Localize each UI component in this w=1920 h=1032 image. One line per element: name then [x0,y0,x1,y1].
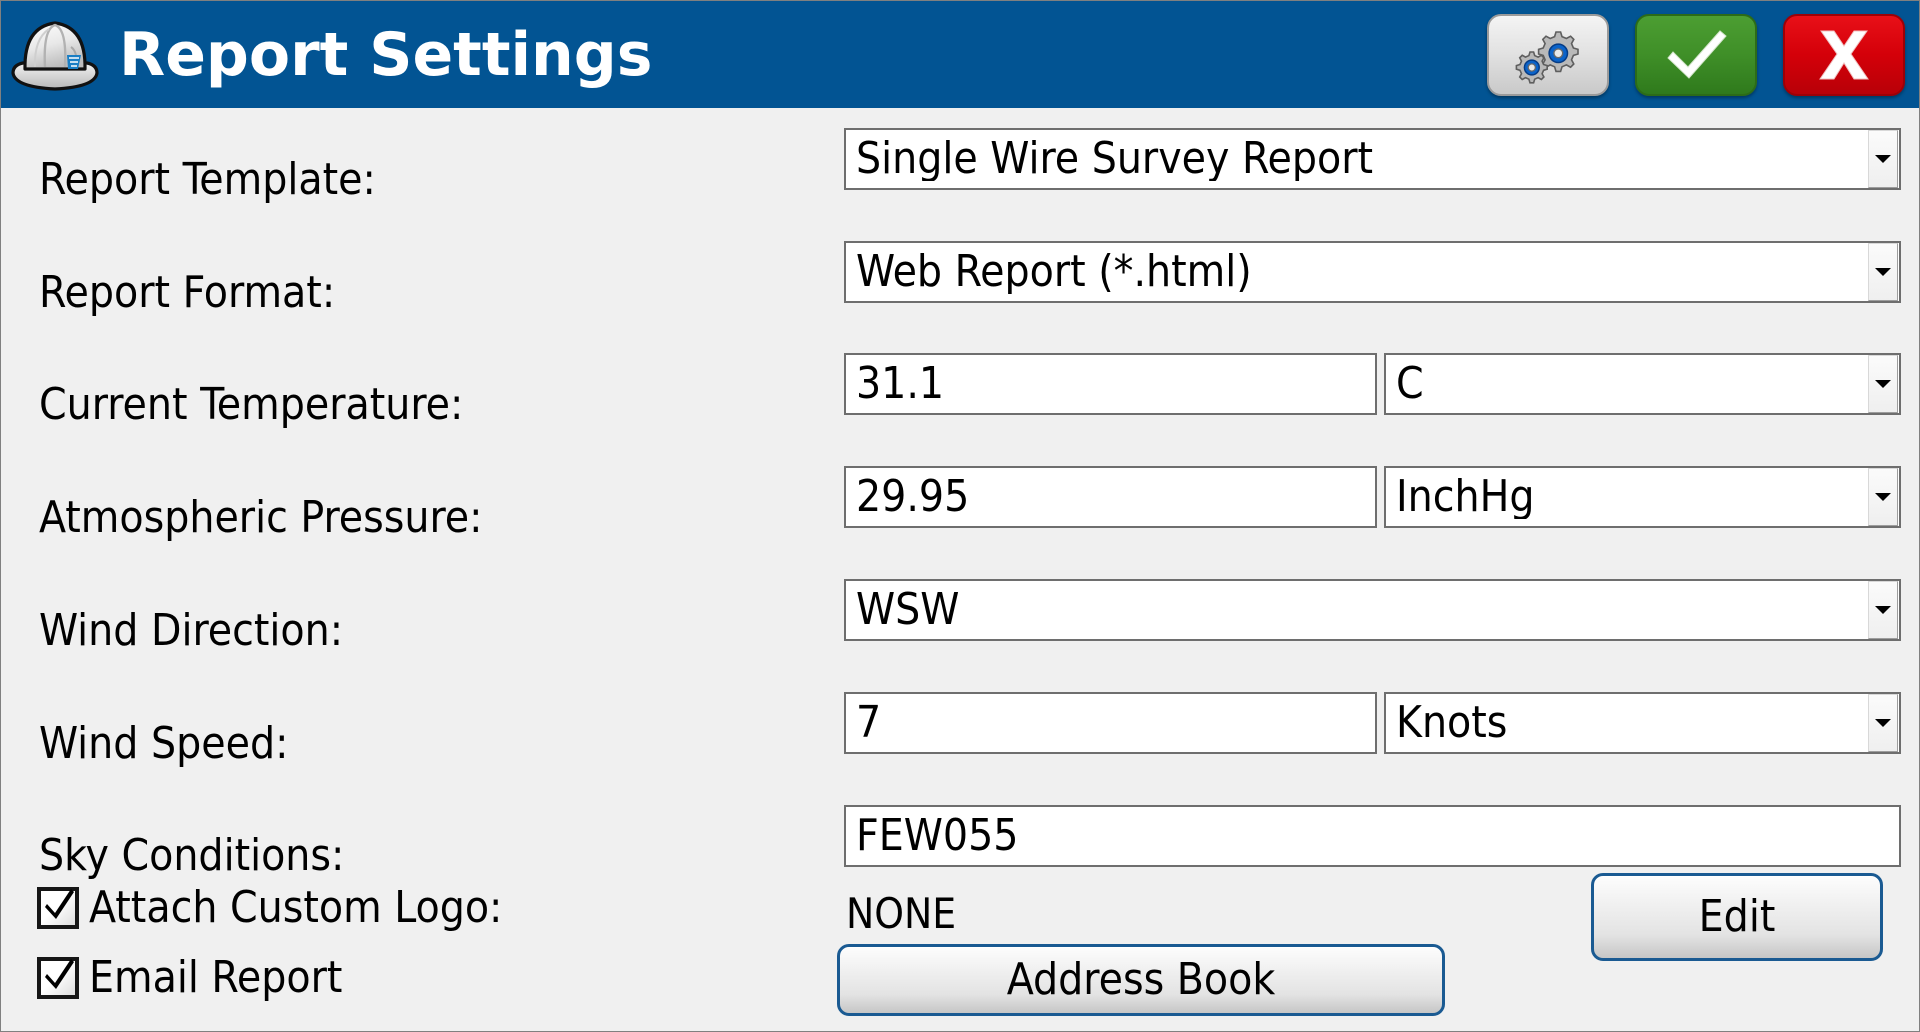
atmospheric-pressure-input[interactable]: 29.95 [844,466,1377,528]
wind-direction-dropdown-arrow[interactable] [1868,581,1898,639]
sky-conditions-label: Sky Conditions: [39,830,345,881]
x-icon [1819,30,1869,79]
atmospheric-pressure-unit-value: InchHg [1396,475,1535,519]
checkmark-icon [1667,29,1727,79]
report-format-label: Report Format: [39,267,336,318]
email-report-checkbox[interactable] [37,957,79,999]
report-template-dropdown-arrow[interactable] [1868,130,1898,188]
current-temperature-unit-value: C [1396,362,1424,406]
address-book-button[interactable]: Address Book [837,944,1445,1016]
email-report-label: Email Report [89,952,343,1003]
page-title: Report Settings [119,19,653,90]
wind-speed-input[interactable]: 7 [844,692,1377,754]
chevron-down-icon [1875,606,1891,614]
chevron-down-icon [1875,268,1891,276]
report-settings-window: Report Settings Report Template: Single … [0,0,1920,1032]
settings-button[interactable] [1487,13,1609,96]
report-format-dropdown-arrow[interactable] [1868,243,1898,301]
wind-speed-unit-combobox[interactable]: Knots [1384,692,1901,754]
attach-custom-logo-row[interactable]: Attach Custom Logo: [37,886,502,930]
atmospheric-pressure-unit-combobox[interactable]: InchHg [1384,466,1901,528]
wind-direction-label: Wind Direction: [39,605,344,656]
gears-icon [1515,30,1579,84]
sky-conditions-value: FEW055 [856,814,1019,858]
wind-direction-value: WSW [856,588,960,632]
report-template-value: Single Wire Survey Report [856,137,1373,181]
checkmark-icon [45,959,74,989]
report-format-value: Web Report (*.html) [856,250,1252,294]
wind-direction-combobox[interactable]: WSW [844,579,1901,641]
settings-form: Report Template: Single Wire Survey Repo… [1,108,1919,1031]
atmospheric-pressure-unit-dropdown-arrow[interactable] [1868,468,1898,526]
atmospheric-pressure-label: Atmospheric Pressure: [39,492,483,543]
attach-custom-logo-label: Attach Custom Logo: [89,882,503,933]
email-report-row[interactable]: Email Report [37,956,342,1000]
wind-speed-unit-value: Knots [1396,701,1508,745]
report-format-combobox[interactable]: Web Report (*.html) [844,241,1901,303]
atmospheric-pressure-value: 29.95 [856,475,970,519]
titlebar-button-group [1487,13,1905,96]
wind-speed-value: 7 [856,701,882,745]
current-temperature-unit-combobox[interactable]: C [1384,353,1901,415]
sky-conditions-input[interactable]: FEW055 [844,805,1901,867]
wind-speed-unit-dropdown-arrow[interactable] [1868,694,1898,752]
current-temperature-unit-dropdown-arrow[interactable] [1868,355,1898,413]
wind-speed-label: Wind Speed: [39,718,289,769]
report-template-label: Report Template: [39,154,376,205]
chevron-down-icon [1875,493,1891,501]
report-template-combobox[interactable]: Single Wire Survey Report [844,128,1901,190]
chevron-down-icon [1875,380,1891,388]
chevron-down-icon [1875,719,1891,727]
title-bar: Report Settings [1,1,1919,108]
custom-logo-value: NONE [846,889,957,938]
attach-custom-logo-checkbox[interactable] [37,887,79,929]
current-temperature-label: Current Temperature: [39,379,464,430]
chevron-down-icon [1875,155,1891,163]
edit-logo-button[interactable]: Edit [1591,873,1883,961]
current-temperature-input[interactable]: 31.1 [844,353,1377,415]
hard-hat-icon [3,5,107,105]
checkmark-icon [45,889,74,919]
current-temperature-value: 31.1 [856,362,945,406]
confirm-button[interactable] [1635,13,1757,96]
cancel-button[interactable] [1783,13,1905,96]
